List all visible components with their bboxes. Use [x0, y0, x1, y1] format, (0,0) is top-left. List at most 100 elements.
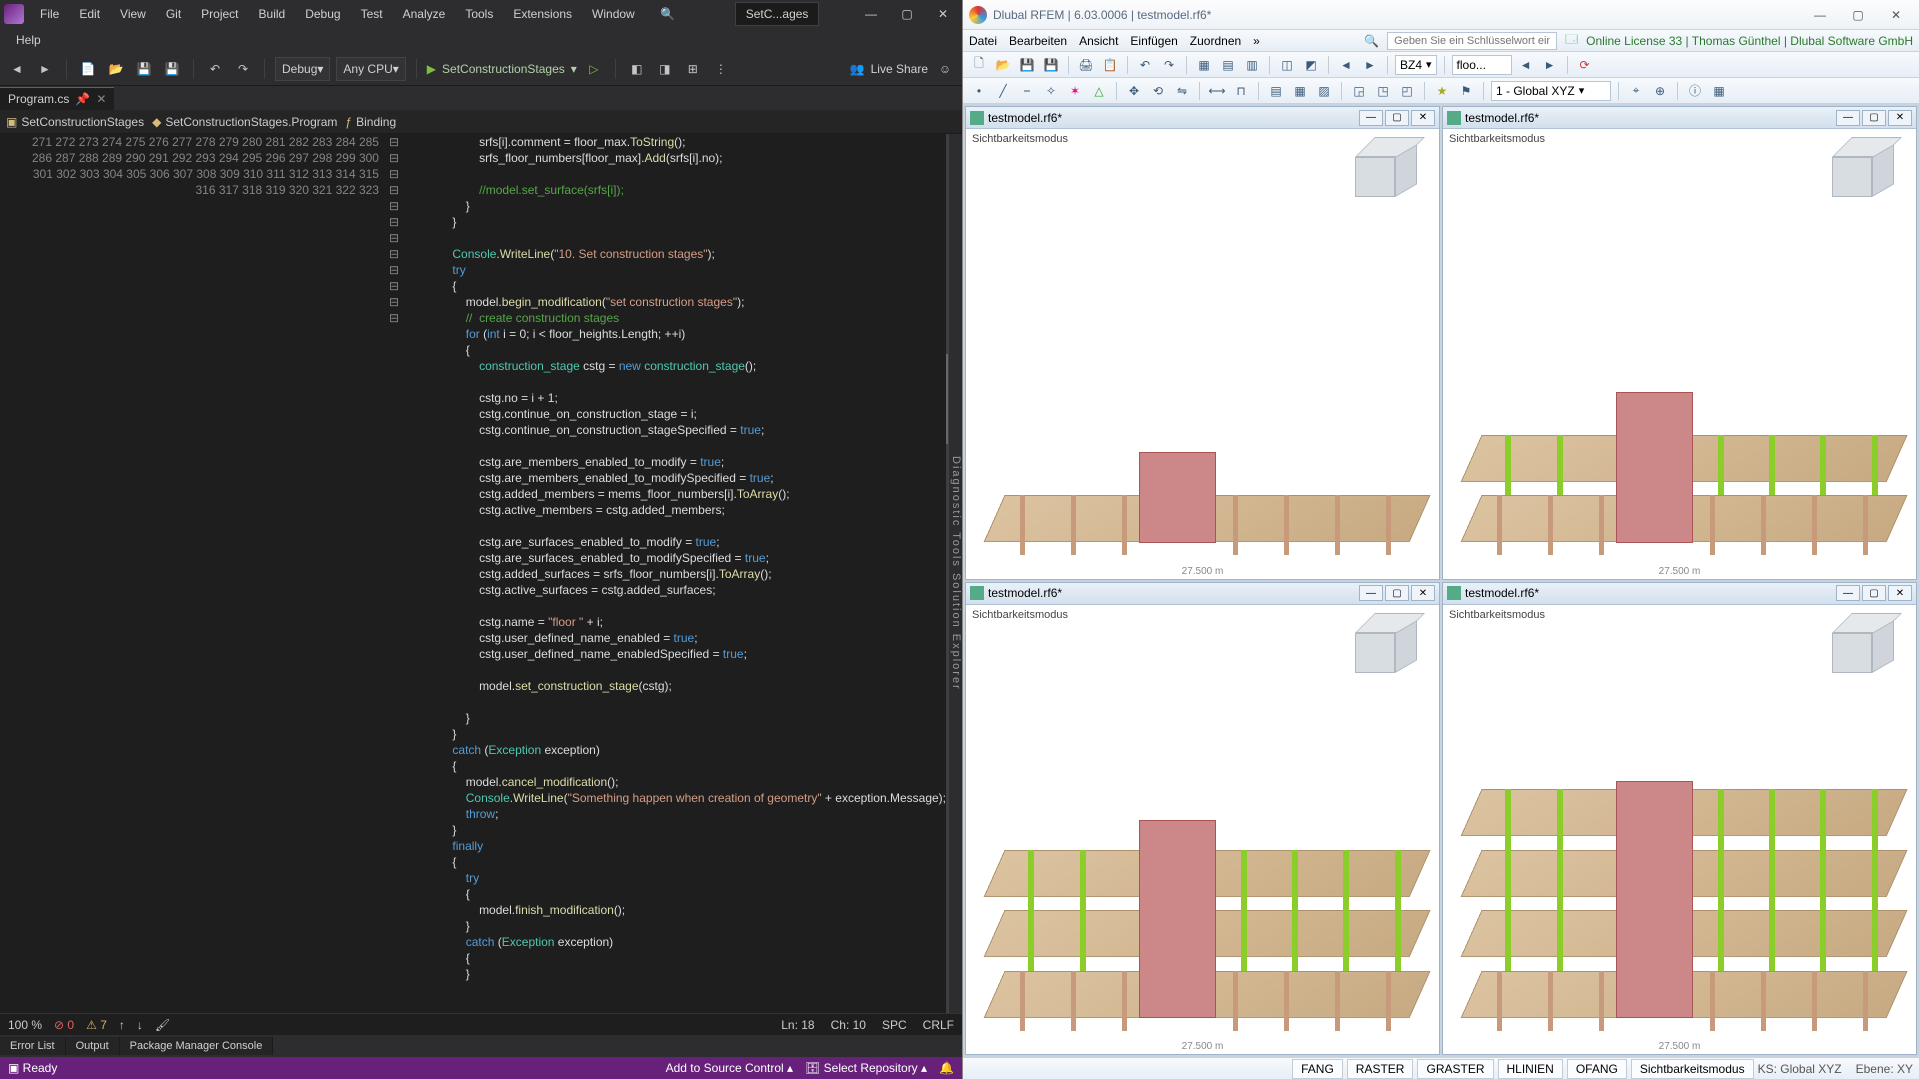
tb-floor-select[interactable]: floo...: [1452, 55, 1512, 75]
tb-node-icon[interactable]: •: [969, 81, 989, 101]
close-button[interactable]: ✕: [928, 4, 958, 24]
vp-close-icon[interactable]: ✕: [1888, 585, 1912, 601]
menu-extensions[interactable]: Extensions: [505, 3, 580, 25]
status-graster[interactable]: GRASTER: [1417, 1059, 1493, 1079]
eol-mode[interactable]: CRLF: [923, 1018, 954, 1032]
nav-down-icon[interactable]: ↓: [137, 1018, 143, 1032]
viewport-4-header[interactable]: testmodel.rf6* ―▢✕: [1443, 583, 1916, 605]
nav-cube[interactable]: [1832, 613, 1902, 677]
rfem-menu-zuordnen[interactable]: Zuordnen: [1190, 34, 1241, 48]
tb-support-icon[interactable]: △: [1089, 81, 1109, 101]
tb-table-icon[interactable]: ▦: [1709, 81, 1729, 101]
tb-snap2-icon[interactable]: ⊕: [1650, 81, 1670, 101]
crumb-project[interactable]: ▣SetConstructionStages: [6, 115, 144, 129]
tb-layers1-icon[interactable]: ▤: [1266, 81, 1286, 101]
rfem-quickaccess-icon[interactable]: 🗔: [1565, 30, 1578, 51]
tb-rotate-icon[interactable]: ⟲: [1148, 81, 1168, 101]
crumb-member[interactable]: ƒBinding: [345, 115, 396, 129]
menu-help[interactable]: Help: [8, 29, 49, 51]
status-raster[interactable]: RASTER: [1347, 1059, 1414, 1079]
tb-dim-icon[interactable]: ⟷: [1207, 81, 1227, 101]
status-fang[interactable]: FANG: [1292, 1059, 1343, 1079]
tb-icon-3[interactable]: ⊞: [682, 58, 704, 80]
zoom-level[interactable]: 100 %: [8, 1018, 42, 1032]
viewport-3-canvas[interactable]: Sichtbarkeitsmodus 27.500 m: [966, 605, 1439, 1055]
side-tool-tabs[interactable]: Diagnostic Tools Solution Explorer: [948, 134, 962, 1013]
crumb-class[interactable]: ◆SetConstructionStages.Program: [152, 115, 337, 129]
viewport-2-header[interactable]: testmodel.rf6* ―▢✕: [1443, 107, 1916, 129]
tb-grid1-icon[interactable]: ▦: [1194, 55, 1214, 75]
save-icon[interactable]: 💾: [133, 58, 155, 80]
tb-coord-select[interactable]: 1 - Global XYZ ▾: [1491, 81, 1611, 101]
nav-cube[interactable]: [1832, 137, 1902, 201]
tb-view2-icon[interactable]: ◩: [1301, 55, 1321, 75]
feedback-icon[interactable]: ☺: [934, 58, 956, 80]
menu-window[interactable]: Window: [584, 3, 643, 25]
tb-next-icon[interactable]: ►: [1540, 55, 1560, 75]
vp-max-icon[interactable]: ▢: [1385, 110, 1409, 126]
solution-tab[interactable]: SetC...ages: [735, 2, 820, 26]
vp-close-icon[interactable]: ✕: [1411, 110, 1435, 126]
tb-grid2-icon[interactable]: ▤: [1218, 55, 1238, 75]
nav-cube[interactable]: [1355, 613, 1425, 677]
tb-print-icon[interactable]: 🖨: [1076, 55, 1096, 75]
tb-cube3-icon[interactable]: ◰: [1397, 81, 1417, 101]
platform-select[interactable]: Any CPU ▾: [336, 57, 405, 81]
tb-cube2-icon[interactable]: ◳: [1373, 81, 1393, 101]
select-repository[interactable]: 🗄 Select Repository ▴: [805, 1061, 927, 1075]
menu-view[interactable]: View: [112, 3, 154, 25]
tb-spark-icon[interactable]: ✧: [1041, 81, 1061, 101]
rfem-minimize-button[interactable]: ―: [1803, 4, 1837, 26]
pin-icon[interactable]: 📌: [75, 92, 90, 106]
tab-output[interactable]: Output: [66, 1037, 120, 1055]
nav-cube[interactable]: [1355, 137, 1425, 201]
new-icon[interactable]: 📄: [77, 58, 99, 80]
rfem-menu-einfuegen[interactable]: Einfügen: [1130, 34, 1177, 48]
nav-back-icon[interactable]: ◄: [6, 58, 28, 80]
tb-copy-icon[interactable]: 📋: [1100, 55, 1120, 75]
open-icon[interactable]: 📂: [105, 58, 127, 80]
tb-redo-icon[interactable]: ↷: [1159, 55, 1179, 75]
tb-save-icon[interactable]: 💾: [1017, 55, 1037, 75]
tb-icon-1[interactable]: ◧: [626, 58, 648, 80]
rfem-maximize-button[interactable]: ▢: [1841, 4, 1875, 26]
menu-debug[interactable]: Debug: [297, 3, 348, 25]
fold-gutter[interactable]: ⊟ ⊟ ⊟ ⊟ ⊟ ⊟ ⊟ ⊟ ⊟ ⊟ ⊟ ⊟: [389, 134, 399, 1013]
vp-min-icon[interactable]: ―: [1836, 110, 1860, 126]
vp-min-icon[interactable]: ―: [1359, 110, 1383, 126]
menu-tools[interactable]: Tools: [457, 3, 501, 25]
tb-view1-icon[interactable]: ◫: [1277, 55, 1297, 75]
menu-project[interactable]: Project: [193, 3, 246, 25]
vp-max-icon[interactable]: ▢: [1385, 585, 1409, 601]
nav-up-icon[interactable]: ↑: [119, 1018, 125, 1032]
vp-min-icon[interactable]: ―: [1836, 585, 1860, 601]
live-share-button[interactable]: 👥 Live Share: [850, 62, 928, 76]
viewport-1-canvas[interactable]: Sichtbarkeitsmodus 27.500 m: [966, 129, 1439, 579]
menu-git[interactable]: Git: [158, 3, 189, 25]
tb-load-icon[interactable]: ✶: [1065, 81, 1085, 101]
tb-saveall-icon[interactable]: 💾: [1041, 55, 1061, 75]
status-ofang[interactable]: OFANG: [1567, 1059, 1627, 1079]
tab-error-list[interactable]: Error List: [0, 1037, 66, 1055]
start-debug-button[interactable]: ▶SetConstructionStages ▾: [427, 62, 577, 76]
file-tab-program[interactable]: Program.cs 📌 ✕: [0, 87, 114, 110]
close-tab-icon[interactable]: ✕: [96, 92, 106, 106]
menu-build[interactable]: Build: [251, 3, 294, 25]
tb-prev-icon[interactable]: ◄: [1516, 55, 1536, 75]
menu-edit[interactable]: Edit: [71, 3, 108, 25]
tb-flag-icon[interactable]: ⚑: [1456, 81, 1476, 101]
tb-section-icon[interactable]: ⊓: [1231, 81, 1251, 101]
menu-analyze[interactable]: Analyze: [395, 3, 454, 25]
tb-layers3-icon[interactable]: ▨: [1314, 81, 1334, 101]
tb-calculate-icon[interactable]: ⟳: [1575, 55, 1595, 75]
rfem-menu-datei[interactable]: Datei: [969, 34, 997, 48]
tb-new-icon[interactable]: 🗋: [969, 55, 989, 75]
tb-loadcase-select[interactable]: BZ4 ▾: [1395, 55, 1437, 75]
notifications-icon[interactable]: 🔔: [939, 1061, 954, 1075]
tb-results-icon[interactable]: ★: [1432, 81, 1452, 101]
error-count[interactable]: ⊘ 0: [54, 1018, 74, 1032]
viewport-3-header[interactable]: testmodel.rf6* ―▢✕: [966, 583, 1439, 605]
vp-max-icon[interactable]: ▢: [1862, 110, 1886, 126]
code-editor[interactable]: 271 272 273 274 275 276 277 278 279 280 …: [0, 134, 962, 1013]
config-select[interactable]: Debug ▾: [275, 57, 330, 81]
